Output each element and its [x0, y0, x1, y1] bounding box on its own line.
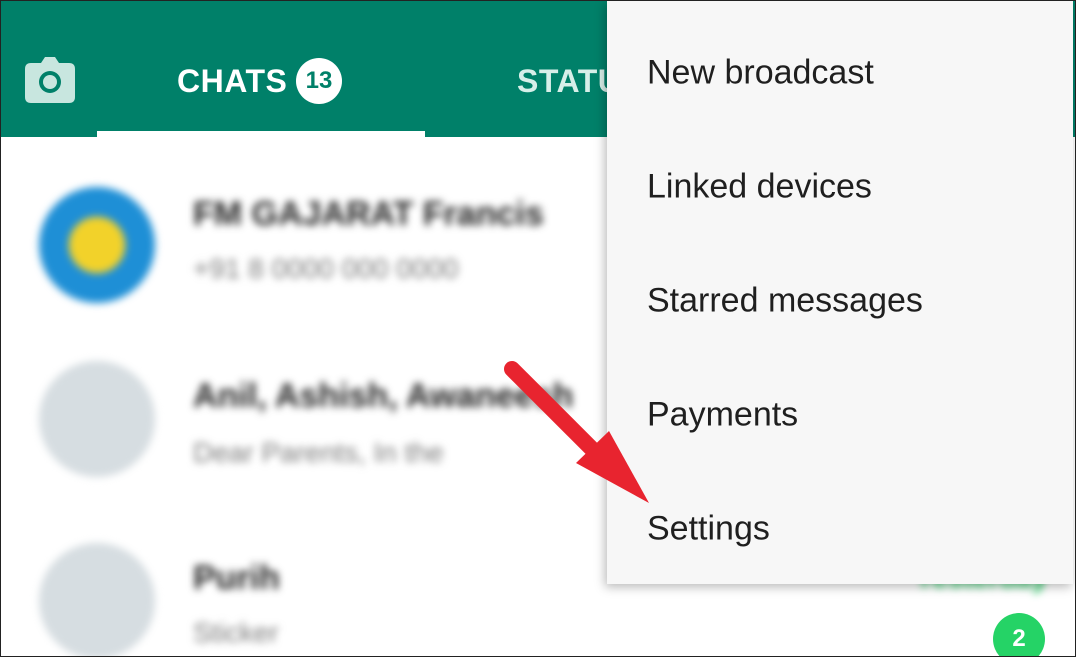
tab-chats[interactable]: CHATS 13: [97, 49, 425, 137]
menu-item-label: Linked devices: [647, 167, 872, 206]
chat-preview: +91 8 0000 000 0000: [193, 253, 459, 284]
menu-item-label: Starred messages: [647, 281, 923, 320]
menu-item-label: New broadcast: [647, 53, 874, 92]
menu-item-label: Settings: [647, 509, 770, 548]
avatar: [39, 187, 155, 303]
chat-row[interactable]: Anil, Ashish, Awaneesh Dear Parents, In …: [1, 327, 621, 497]
chat-row[interactable]: Purih Sticker: [1, 507, 621, 656]
menu-item-settings[interactable]: Settings: [607, 472, 1073, 586]
chat-name: Purih: [193, 559, 280, 597]
chat-preview: Dear Parents, In the: [193, 437, 444, 468]
chat-row[interactable]: FM GAJARAT Francis +91 8 0000 000 0000: [1, 137, 621, 307]
overflow-menu: New broadcast Linked devices Starred mes…: [607, 1, 1073, 584]
chats-count-badge: 13: [296, 58, 342, 104]
app-window: CHATS 13 STATUS FM GAJARAT Francis +91 8…: [0, 0, 1076, 657]
unread-count-badge: 2: [993, 613, 1045, 656]
menu-item-starred-messages[interactable]: Starred messages: [607, 244, 1073, 358]
camera-icon[interactable]: [25, 57, 75, 103]
menu-item-label: Payments: [647, 395, 799, 434]
tab-chats-label: CHATS: [177, 63, 288, 99]
menu-item-linked-devices[interactable]: Linked devices: [607, 130, 1073, 244]
avatar: [39, 543, 155, 656]
avatar: [39, 361, 155, 477]
menu-item-payments[interactable]: Payments: [607, 358, 1073, 472]
chat-name: FM GAJARAT Francis: [193, 195, 544, 233]
menu-item-new-broadcast[interactable]: New broadcast: [607, 16, 1073, 130]
chat-preview: Sticker: [193, 617, 279, 648]
chat-name: Anil, Ashish, Awaneesh: [193, 377, 574, 415]
